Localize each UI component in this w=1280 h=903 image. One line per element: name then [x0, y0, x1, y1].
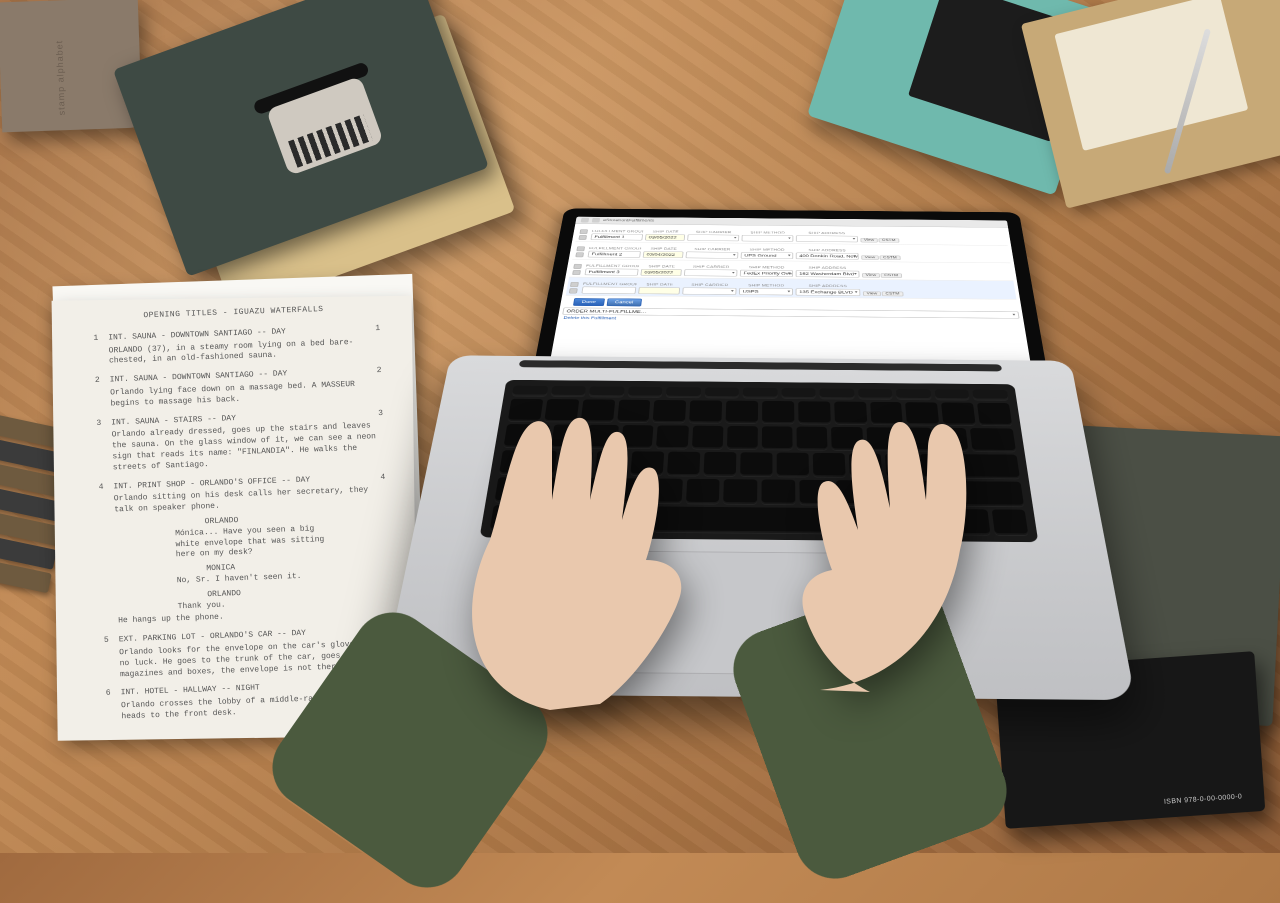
- row-handle[interactable]: [566, 278, 581, 293]
- row-handle[interactable]: [573, 243, 588, 257]
- view-badge[interactable]: View: [860, 238, 877, 242]
- ship-date-field[interactable]: 03/05/2022: [640, 269, 681, 276]
- cstm-badge[interactable]: CSTM: [878, 238, 899, 242]
- ship-carrier-select[interactable]: [687, 234, 739, 241]
- left-hand: [400, 360, 700, 720]
- ship-carrier-select[interactable]: [682, 287, 736, 294]
- done-button[interactable]: Done: [573, 298, 605, 306]
- ship-carrier-select[interactable]: [684, 269, 738, 276]
- toolbar-icon[interactable]: [592, 218, 600, 223]
- cancel-button[interactable]: Cancel: [606, 298, 642, 306]
- fulfillment-row[interactable]: FULFILLMENT GROUP SHIP DATE SHIP CARRIER…: [566, 277, 1017, 299]
- key[interactable]: [704, 387, 739, 397]
- ship-address-select[interactable]: 162 Washerdam Blvd: [796, 270, 860, 277]
- group-field[interactable]: [581, 287, 636, 294]
- isbn-label: ISBN 978-0-00-0000-0: [1164, 793, 1243, 805]
- row-handle[interactable]: [576, 226, 590, 240]
- cstm-badge[interactable]: CSTM: [882, 291, 904, 296]
- group-field[interactable]: Fulfillment 3: [585, 268, 639, 275]
- ship-date-field[interactable]: [638, 287, 680, 294]
- key[interactable]: [704, 452, 737, 476]
- ship-method-select[interactable]: UPS Ground: [741, 252, 794, 259]
- ship-method-select[interactable]: [742, 235, 794, 242]
- group-field[interactable]: Fulfillment 2: [588, 251, 641, 258]
- menu-icon[interactable]: [581, 218, 589, 223]
- view-badge[interactable]: View: [862, 273, 880, 278]
- view-badge[interactable]: View: [863, 291, 881, 296]
- app-title-text: eStorefrontFulfillments: [603, 219, 654, 223]
- key[interactable]: [727, 426, 758, 449]
- group-field[interactable]: Fulfillment 1: [590, 234, 643, 241]
- cstm-badge[interactable]: CSTM: [880, 255, 901, 260]
- ship-address-select[interactable]: 400 Donkin Road, Newbury Pa…: [796, 253, 859, 260]
- cstm-badge[interactable]: CSTM: [881, 273, 902, 278]
- ship-date-field[interactable]: 03/04/2022: [643, 251, 684, 258]
- view-badge[interactable]: View: [861, 255, 879, 260]
- ship-address-select[interactable]: [796, 235, 858, 242]
- right-hand: [760, 360, 1020, 700]
- key[interactable]: [724, 479, 758, 504]
- ship-date-field[interactable]: 03/05/2022: [645, 234, 685, 241]
- ship-address-select[interactable]: 135 Exchange BLVD: [796, 288, 861, 296]
- ship-method-select[interactable]: USPS: [739, 288, 793, 295]
- ship-carrier-select[interactable]: [686, 252, 739, 259]
- key[interactable]: [726, 401, 758, 424]
- row-handle[interactable]: [569, 260, 584, 275]
- ship-method-select[interactable]: FedEx Priority Overni…: [740, 270, 793, 277]
